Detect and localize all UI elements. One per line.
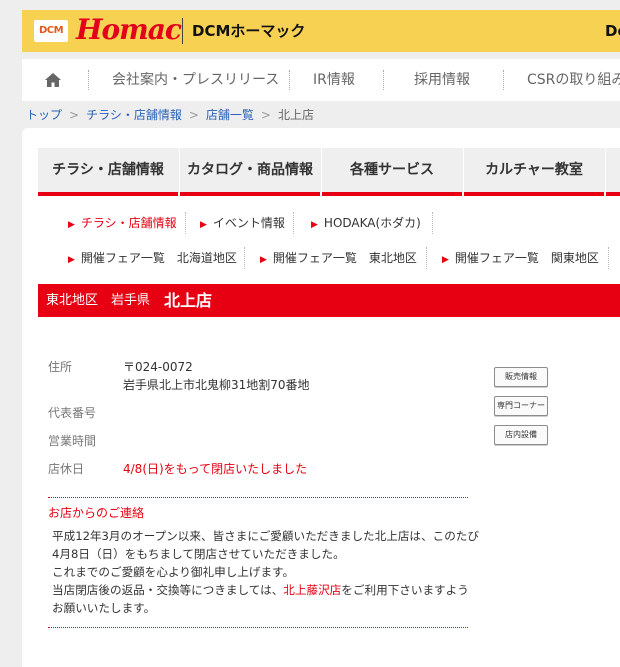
subnav-separator xyxy=(608,247,609,269)
special-corner-button[interactable]: 専門コーナー xyxy=(494,396,548,416)
header-divider xyxy=(182,18,183,44)
subnav-flyer-store[interactable]: ▶ チラシ・店舗情報 xyxy=(68,214,177,232)
subnav-hodaka[interactable]: ▶ HODAKA(ホダカ) xyxy=(311,214,421,232)
notice-line: 平成12年3月のオープン以来、皆さまにご愛顧いただきました北上店は、このたび xyxy=(52,529,479,543)
arrow-right-icon: ▶ xyxy=(311,220,318,230)
arrow-right-icon: ▶ xyxy=(68,220,75,230)
home-icon[interactable] xyxy=(44,71,62,89)
tab-services[interactable]: 各種サービス xyxy=(322,148,462,196)
subnav-label: 開催フェア一覧 北海道地区 xyxy=(80,251,237,265)
breadcrumb-current: 北上店 xyxy=(277,108,314,122)
store-region: 東北地区 岩手県 xyxy=(46,293,151,308)
subnav-label: イベント情報 xyxy=(212,216,285,230)
breadcrumb-top[interactable]: トップ xyxy=(26,106,62,124)
main-panel: チラシ・店舗情報 カタログ・商品情報 各種サービス カルチャー教室 ▶ チラシ・店… xyxy=(22,128,620,667)
postal-code: 〒024-0072 xyxy=(123,360,193,374)
top-nav: 会社案内・プレスリリース IR情報 採用情報 CSRの取り組み xyxy=(22,59,620,101)
notice-line: 当店閉店後の返品・交換等につきましては、北上藤沢店をご利用下さいますよう xyxy=(52,581,469,599)
tab-culture[interactable]: カルチャー教室 xyxy=(464,148,604,196)
breadcrumb-separator: > xyxy=(188,108,199,122)
subnav-separator xyxy=(185,212,186,234)
notice-line: お願いいたします。 xyxy=(52,601,156,615)
nav-item-csr[interactable]: CSRの取り組み xyxy=(527,59,620,101)
tab-cut[interactable] xyxy=(606,148,620,196)
notice-body: 平成12年3月のオープン以来、皆さまにご愛顧いただきました北上店は、このたび 4… xyxy=(52,527,479,617)
dcm-logo[interactable]: DCM xyxy=(34,20,70,42)
subnav-label: 開催フェア一覧 関東地区 xyxy=(454,251,599,265)
notice-line: これまでのご愛顧を心より御礼申し上げます。 xyxy=(52,565,295,579)
subnav-separator xyxy=(432,212,433,234)
global-nav: チラシ・店舗情報 カタログ・商品情報 各種サービス カルチャー教室 xyxy=(38,148,620,196)
subnav-label: 開催フェア一覧 東北地区 xyxy=(272,251,417,265)
arrow-right-icon: ▶ xyxy=(442,255,449,265)
address-value: 岩手県北上市北鬼柳31地割70番地 xyxy=(123,378,310,392)
arrow-right-icon: ▶ xyxy=(200,220,207,230)
nav-item-company[interactable]: 会社案内・プレスリリース xyxy=(112,59,279,101)
subnav-event[interactable]: ▶ イベント情報 xyxy=(200,214,285,232)
subnav-label: チラシ・店舗情報 xyxy=(80,216,177,230)
notice-line: 4月8日（日）をもちまして閉店させていただきました。 xyxy=(52,547,345,561)
homac-logo[interactable]: Homac xyxy=(76,14,182,46)
breadcrumb-flyer[interactable]: チラシ・店舗情報 xyxy=(86,106,182,124)
store-name: 北上店 xyxy=(164,291,213,310)
address-label: 住所 xyxy=(48,360,73,374)
subnav-fair-kanto[interactable]: ▶ 開催フェア一覧 関東地区 xyxy=(442,249,599,267)
subnav-label: HODAKA(ホダカ) xyxy=(323,216,421,230)
breadcrumb: トップ > チラシ・店舗情報 > 店舗一覧 > 北上店 xyxy=(26,106,314,124)
dcm-badge: DCM xyxy=(34,20,68,42)
store-facilities-button[interactable]: 店内設備 xyxy=(494,425,548,445)
nav-item-recruit[interactable]: 採用情報 xyxy=(414,59,470,101)
phone-label: 代表番号 xyxy=(48,406,97,420)
subnav-separator xyxy=(293,212,294,234)
site-header: DCM Homac DCMホーマック De xyxy=(22,10,620,52)
sales-info-button[interactable]: 販売情報 xyxy=(494,367,548,387)
notice-text: をご利用下さいますよう xyxy=(341,583,469,597)
notice-divider-top xyxy=(48,497,468,498)
header-right-text[interactable]: De xyxy=(605,21,620,41)
company-name: DCMホーマック xyxy=(192,22,306,40)
subnav-separator xyxy=(426,247,427,269)
closed-value: 4/8(日)をもって閉店いたしました xyxy=(123,462,308,476)
breadcrumb-store-list[interactable]: 店舗一覧 xyxy=(206,106,254,124)
tab-catalog[interactable]: カタログ・商品情報 xyxy=(180,148,320,196)
arrow-right-icon: ▶ xyxy=(68,255,75,265)
breadcrumb-separator: > xyxy=(260,108,271,122)
nav-separator xyxy=(88,70,89,90)
kitakami-fujisawa-link[interactable]: 北上藤沢店 xyxy=(283,583,341,597)
tab-flyer-store[interactable]: チラシ・店舗情報 xyxy=(38,148,178,196)
notice-text: 当店閉店後の返品・交換等につきましては、 xyxy=(52,583,284,597)
store-title-bar: 東北地区 岩手県 北上店 xyxy=(38,284,620,317)
hours-label: 営業時間 xyxy=(48,434,97,448)
closed-label: 店休日 xyxy=(48,462,85,476)
nav-separator xyxy=(289,70,290,90)
nav-separator xyxy=(503,70,504,90)
breadcrumb-separator: > xyxy=(69,108,80,122)
arrow-right-icon: ▶ xyxy=(260,255,267,265)
notice-title: お店からのご連絡 xyxy=(48,506,145,520)
subnav-fair-hokkaido[interactable]: ▶ 開催フェア一覧 北海道地区 xyxy=(68,249,237,267)
nav-item-ir[interactable]: IR情報 xyxy=(313,59,355,101)
subnav-separator xyxy=(244,247,245,269)
nav-separator xyxy=(383,70,384,90)
notice-divider-bottom xyxy=(48,627,468,628)
subnav-fair-tohoku[interactable]: ▶ 開催フェア一覧 東北地区 xyxy=(260,249,417,267)
